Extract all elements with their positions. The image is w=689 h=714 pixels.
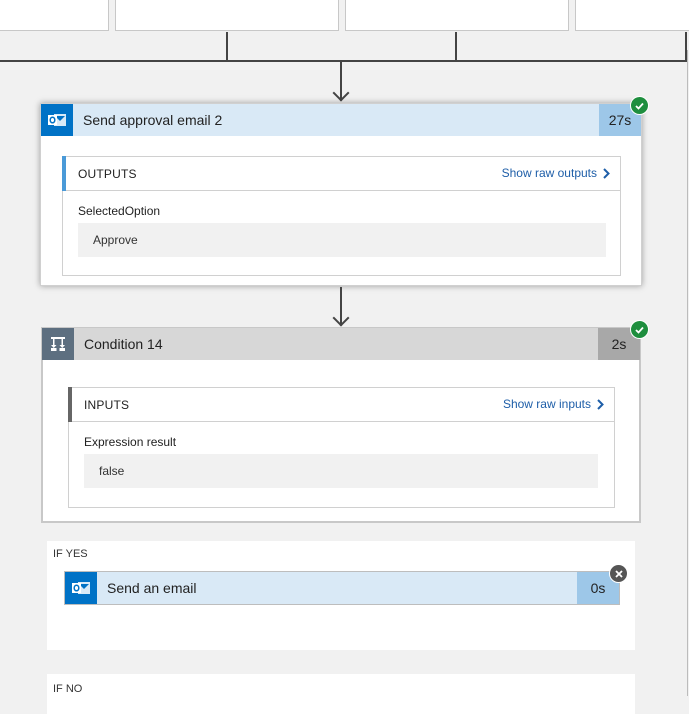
close-icon xyxy=(614,569,623,578)
skipped-badge xyxy=(609,564,628,583)
chevron-right-icon xyxy=(603,167,610,179)
link-label: Show raw inputs xyxy=(502,397,591,411)
arrow-down-icon xyxy=(332,309,350,327)
parallel-branch-box[interactable] xyxy=(575,0,689,31)
section-accent-bar xyxy=(68,387,72,422)
scrollbar-edge[interactable] xyxy=(687,50,688,696)
parallel-branch-box[interactable] xyxy=(115,0,339,31)
arrow-down-icon xyxy=(332,84,350,102)
parallel-branch-box[interactable] xyxy=(345,0,569,31)
outputs-section: OUTPUTS Show raw outputs SelectedOption … xyxy=(62,156,621,276)
show-raw-outputs-link[interactable]: Show raw outputs xyxy=(502,166,610,180)
field-label: Expression result xyxy=(84,435,177,449)
show-raw-inputs-link[interactable]: Show raw inputs xyxy=(503,397,604,411)
section-accent-bar xyxy=(62,156,66,191)
action-header[interactable]: Send approval email 2 27s xyxy=(41,104,641,136)
success-badge xyxy=(630,320,649,339)
section-title: INPUTS xyxy=(84,398,130,412)
inputs-header: INPUTS Show raw inputs xyxy=(68,387,614,422)
branch-if-yes: IF YES Send an email 0s xyxy=(47,541,635,650)
check-icon xyxy=(635,102,644,110)
field-label: SelectedOption xyxy=(78,204,161,218)
success-badge xyxy=(630,96,649,115)
condition-icon xyxy=(42,328,74,360)
connector-line xyxy=(0,60,687,62)
chevron-right-icon xyxy=(597,398,604,410)
outlook-icon xyxy=(65,572,97,604)
action-title: Condition 14 xyxy=(74,328,598,360)
branch-if-no: IF NO xyxy=(47,674,635,714)
field-value: Approve xyxy=(78,223,606,257)
branch-label: IF YES xyxy=(53,548,88,560)
check-icon xyxy=(635,326,644,334)
action-title: Send approval email 2 xyxy=(73,104,599,136)
parallel-branch-box[interactable] xyxy=(0,0,109,31)
branch-label: IF NO xyxy=(53,683,83,695)
action-card-condition[interactable]: Condition 14 2s INPUTS Show raw inputs E… xyxy=(41,327,641,523)
connector-line xyxy=(226,32,228,61)
action-card-send-approval-email[interactable]: Send approval email 2 27s OUTPUTS Show r… xyxy=(40,103,642,286)
section-title: OUTPUTS xyxy=(78,167,137,181)
inputs-section: INPUTS Show raw inputs Expression result… xyxy=(68,387,615,508)
action-header[interactable]: Condition 14 2s xyxy=(42,328,640,360)
action-title: Send an email xyxy=(97,572,577,604)
connector-line xyxy=(455,32,457,61)
outputs-header: OUTPUTS Show raw outputs xyxy=(62,156,620,191)
field-value: false xyxy=(84,454,598,488)
outlook-icon xyxy=(41,104,73,136)
link-label: Show raw outputs xyxy=(501,166,597,180)
action-header[interactable]: Send an email 0s xyxy=(65,572,619,604)
action-card-send-an-email[interactable]: Send an email 0s xyxy=(64,571,620,605)
